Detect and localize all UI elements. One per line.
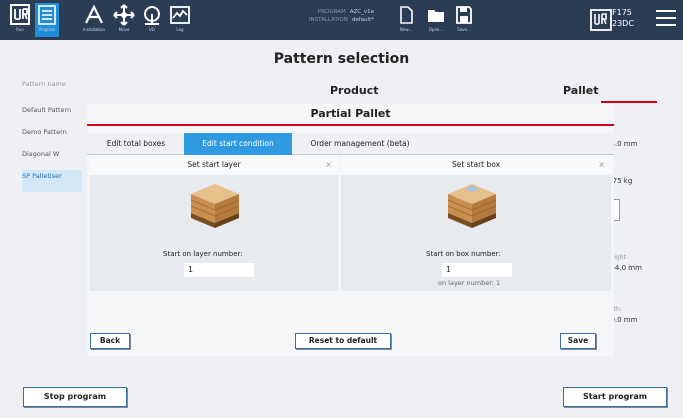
installation-name: default*	[351, 17, 374, 23]
log-icon	[168, 3, 192, 27]
start-layer-label: Start on layer number:	[163, 250, 243, 258]
tab-edit-total-boxes[interactable]: Edit total boxes	[90, 133, 182, 155]
ur-remote-icon[interactable]	[590, 9, 612, 31]
start-program-button[interactable]: Start program	[563, 387, 667, 407]
new-file-icon	[400, 6, 413, 24]
tab-run[interactable]: Run	[8, 3, 32, 37]
pallet-underline	[601, 101, 657, 103]
program-key: PROGRAM	[317, 9, 346, 15]
open-folder-icon	[428, 10, 444, 22]
installation-key: INSTALLATION	[308, 17, 348, 23]
pattern-list: Pattern name Default Pattern Demo Patter…	[22, 80, 82, 192]
dialog-title-underline	[87, 124, 614, 126]
back-button[interactable]: Back	[90, 333, 130, 349]
product-header: Product	[330, 84, 379, 97]
speed-bottom: 23DC	[612, 19, 634, 28]
tab-program-label: Program	[38, 27, 56, 32]
close-icon[interactable]: ×	[598, 155, 605, 175]
save-file-button-label: Save...	[457, 27, 471, 32]
pattern-item-selected[interactable]: SP Palletiser	[22, 170, 82, 192]
program-name: AZC_v1a	[349, 9, 374, 15]
layer-number-note: on layer number: 1	[438, 279, 501, 287]
tab-io[interactable]: I/O	[140, 3, 164, 37]
pallet-header: Pallet	[563, 84, 599, 97]
save-icon	[456, 6, 472, 24]
tab-run-label: Run	[16, 27, 24, 32]
close-icon[interactable]: ×	[325, 155, 332, 175]
start-layer-title: Set start layer	[90, 155, 338, 175]
tab-log[interactable]: Log	[168, 3, 192, 37]
move-icon	[112, 3, 136, 27]
installation-icon	[82, 3, 106, 27]
program-info: PROGRAM AZC_v1a INSTALLATION default*	[308, 8, 374, 24]
new-button-label: New...	[399, 27, 413, 32]
io-icon	[140, 3, 164, 27]
pattern-item[interactable]: Demo Pattern	[22, 126, 82, 148]
dialog-title: Partial Pallet	[310, 107, 391, 120]
tab-edit-start-condition[interactable]: Edit start condition	[184, 133, 292, 155]
start-layer-panel: Set start layer × Start on layer number:…	[90, 155, 338, 291]
start-box-input[interactable]: 1	[442, 263, 512, 277]
pattern-item[interactable]: Diagonal W	[22, 148, 82, 170]
save-button[interactable]: Save	[560, 333, 596, 349]
start-box-panel: Set start box × Start on box number: 1 o…	[341, 155, 611, 291]
tab-installation[interactable]: Installation	[82, 3, 106, 37]
tab-io-label: I/O	[149, 27, 155, 32]
pallet-layer-icon	[190, 184, 240, 228]
program-icon	[35, 3, 59, 27]
hamburger-menu-icon[interactable]	[656, 10, 676, 28]
reset-to-default-button[interactable]: Reset to default	[295, 333, 391, 349]
top-bar: Run Program Installation Move I/O Log PR…	[0, 0, 683, 40]
save-file-button[interactable]: Save...	[454, 6, 474, 36]
tab-move-label: Move	[118, 27, 130, 32]
speed-indicator: F175 23DC	[612, 7, 634, 29]
pattern-item[interactable]: Default Pattern	[22, 104, 82, 126]
page-title: Pattern selection	[273, 51, 410, 67]
start-box-title: Set start box	[341, 155, 611, 175]
pattern-list-header: Pattern name	[22, 80, 66, 88]
start-box-label: Start on box number:	[426, 250, 501, 258]
open-button[interactable]: Open...	[426, 6, 446, 36]
dialog-tabs: Edit total boxes Edit start condition Or…	[87, 133, 614, 155]
tab-move[interactable]: Move	[112, 3, 136, 37]
stop-program-button[interactable]: Stop program	[23, 387, 127, 407]
tab-order-management[interactable]: Order management (beta)	[300, 133, 420, 155]
partial-pallet-dialog: Partial Pallet Edit total boxes Edit sta…	[87, 104, 614, 356]
ur-logo-icon	[8, 3, 32, 27]
pallet-box-icon	[447, 184, 497, 228]
speed-top: F175	[612, 8, 632, 17]
tab-program[interactable]: Program	[35, 3, 59, 37]
open-button-label: Open...	[428, 27, 444, 32]
tab-installation-label: Installation	[82, 27, 106, 32]
tab-log-label: Log	[176, 27, 184, 32]
new-button[interactable]: New...	[396, 6, 416, 36]
start-layer-input[interactable]: 1	[184, 263, 254, 277]
